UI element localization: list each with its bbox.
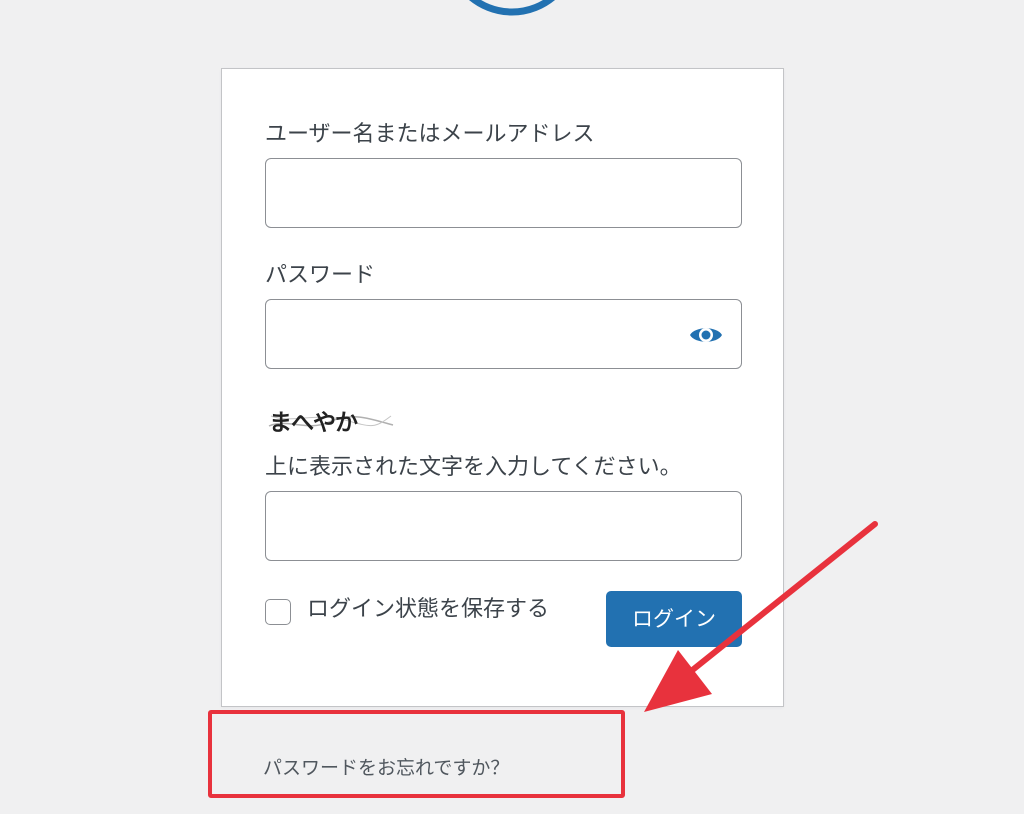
annotation-highlight-box xyxy=(208,710,625,798)
captcha-label: 上に表示された文字を入力してください。 xyxy=(265,455,682,480)
remember-me-label[interactable]: ログイン状態を保存する xyxy=(307,596,549,624)
captcha-image: まへやか xyxy=(268,410,394,436)
show-password-button[interactable] xyxy=(686,318,726,352)
captcha-text: まへやか xyxy=(269,410,358,436)
wordpress-logo-icon[interactable] xyxy=(444,0,580,16)
username-label: ユーザー名またはメールアドレス xyxy=(265,122,595,147)
eye-icon xyxy=(690,328,722,342)
remember-me-checkbox[interactable] xyxy=(265,599,291,625)
username-input[interactable] xyxy=(265,158,742,228)
password-input[interactable] xyxy=(265,299,742,369)
password-label: パスワード xyxy=(265,263,376,288)
annotation-arrow-icon xyxy=(644,521,878,712)
